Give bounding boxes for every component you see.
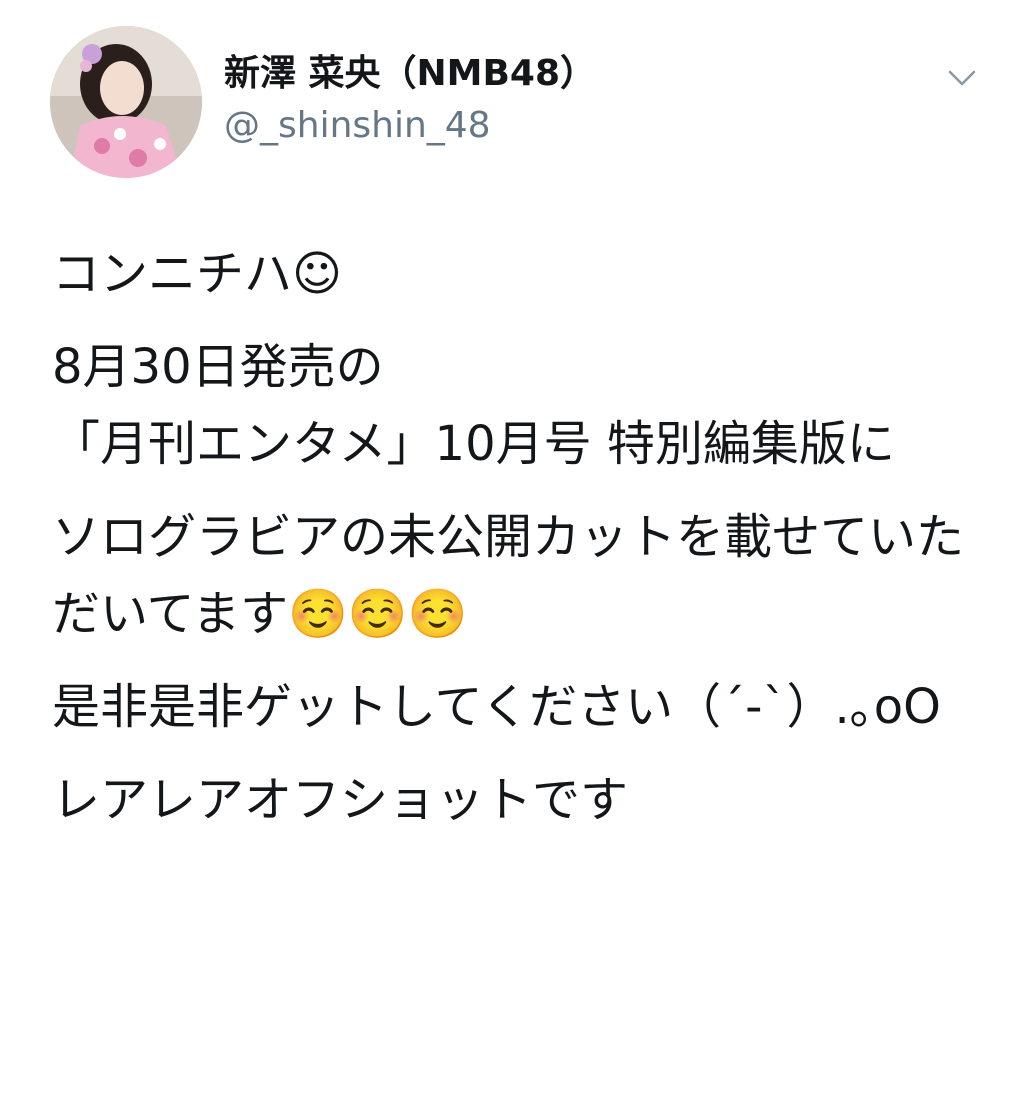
- tweet-text: コンニチハ☺ 8月30日発売の 「月刊エンタメ」10月号 特別編集版に ソログラ…: [52, 236, 992, 855]
- tweet-menu-button[interactable]: [944, 62, 980, 92]
- tweet-card: 新澤 菜央（NMB48） @_shinshin_48 コンニチハ☺ 8月30日発…: [0, 0, 1024, 1094]
- tweet-paragraph: 是非是非ゲットしてください（´-`）.｡oO: [52, 679, 941, 735]
- tweet-paragraph: 8月30日発売の 「月刊エンタメ」10月号 特別編集版に: [52, 339, 895, 472]
- profile-photo-icon: [50, 26, 202, 178]
- user-handle[interactable]: @_shinshin_48: [224, 102, 491, 150]
- chevron-down-icon: [948, 70, 976, 86]
- tweet-paragraph: レアレアオフショットです: [52, 772, 629, 828]
- display-name[interactable]: 新澤 菜央（NMB48）: [224, 50, 596, 98]
- tweet-paragraph: ソログラビアの未公開カットを載せていただいてます☺️☺️☺️: [52, 509, 965, 642]
- tweet-paragraph: コンニチハ☺: [52, 246, 343, 302]
- avatar[interactable]: [50, 26, 202, 178]
